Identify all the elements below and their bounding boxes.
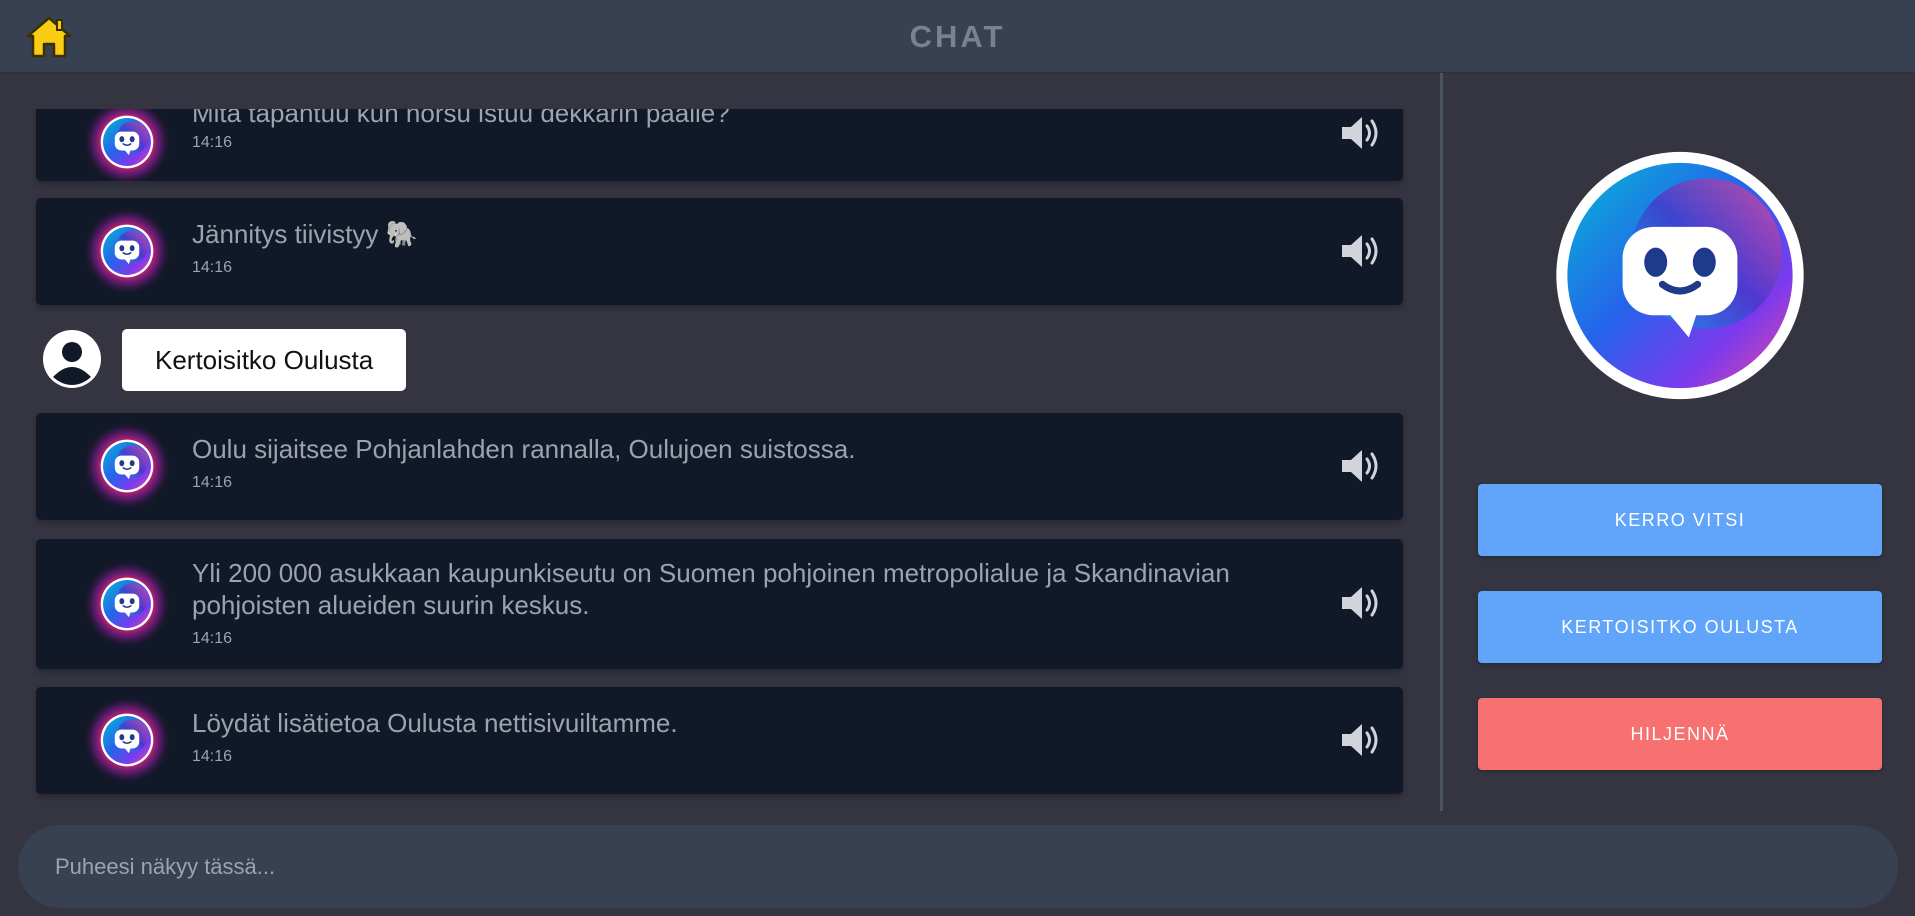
tell-about-oulu-button[interactable]: KERTOISITKO OULUSTA	[1478, 591, 1882, 663]
message-text: Jännitys tiivistyy 🐘	[192, 219, 418, 249]
speaker-icon[interactable]	[1339, 446, 1383, 486]
user-message-text: Kertoisitko Oulusta	[122, 329, 407, 391]
bot-message: Yli 200 000 asukkaan kaupunkiseutu on Su…	[36, 539, 1403, 669]
message-time: 14:16	[192, 474, 233, 491]
bot-avatar-icon	[80, 557, 174, 651]
bot-message: Löydät lisätietoa Oulusta nettisivuiltam…	[36, 687, 1403, 794]
scroll-mask	[0, 73, 1440, 109]
home-icon[interactable]	[26, 14, 72, 60]
speaker-icon[interactable]	[1339, 113, 1383, 153]
tell-joke-button[interactable]: KERRO VITSI	[1478, 484, 1882, 556]
speaker-icon[interactable]	[1339, 231, 1383, 271]
top-bar: CHAT	[0, 0, 1915, 73]
bot-message: Oulu sijaitsee Pohjanlahden rannalla, Ou…	[36, 413, 1403, 520]
bot-avatar-icon	[80, 95, 174, 189]
message-time: 14:16	[192, 630, 233, 647]
message-text: Oulu sijaitsee Pohjanlahden rannalla, Ou…	[192, 434, 856, 464]
user-avatar-icon	[43, 330, 101, 388]
chat-history[interactable]: Mitä tapahtuu kun norsu istuu dekkarin p…	[0, 73, 1440, 813]
message-time: 14:16	[192, 748, 233, 765]
message-text: Löydät lisätietoa Oulusta nettisivuiltam…	[192, 708, 678, 738]
message-text: Yli 200 000 asukkaan kaupunkiseutu on Su…	[192, 558, 1230, 620]
chatbot-logo-icon	[1544, 143, 1816, 408]
bot-avatar-icon	[80, 693, 174, 787]
message-time: 14:16	[192, 134, 233, 151]
speaker-icon[interactable]	[1339, 583, 1383, 623]
page-title: CHAT	[909, 19, 1006, 54]
user-message: Kertoisitko Oulusta	[36, 329, 736, 391]
message-time: 14:16	[192, 259, 233, 276]
bot-avatar-icon	[80, 419, 174, 513]
speech-input[interactable]	[18, 825, 1898, 908]
panel-divider	[1440, 73, 1443, 811]
speaker-icon[interactable]	[1339, 720, 1383, 760]
bot-avatar-icon	[80, 204, 174, 298]
mute-button[interactable]: HILJENNÄ	[1478, 698, 1882, 770]
bot-message: Jännitys tiivistyy 🐘 14:16	[36, 198, 1403, 305]
bot-message: Mitä tapahtuu kun norsu istuu dekkarin p…	[36, 101, 1403, 181]
